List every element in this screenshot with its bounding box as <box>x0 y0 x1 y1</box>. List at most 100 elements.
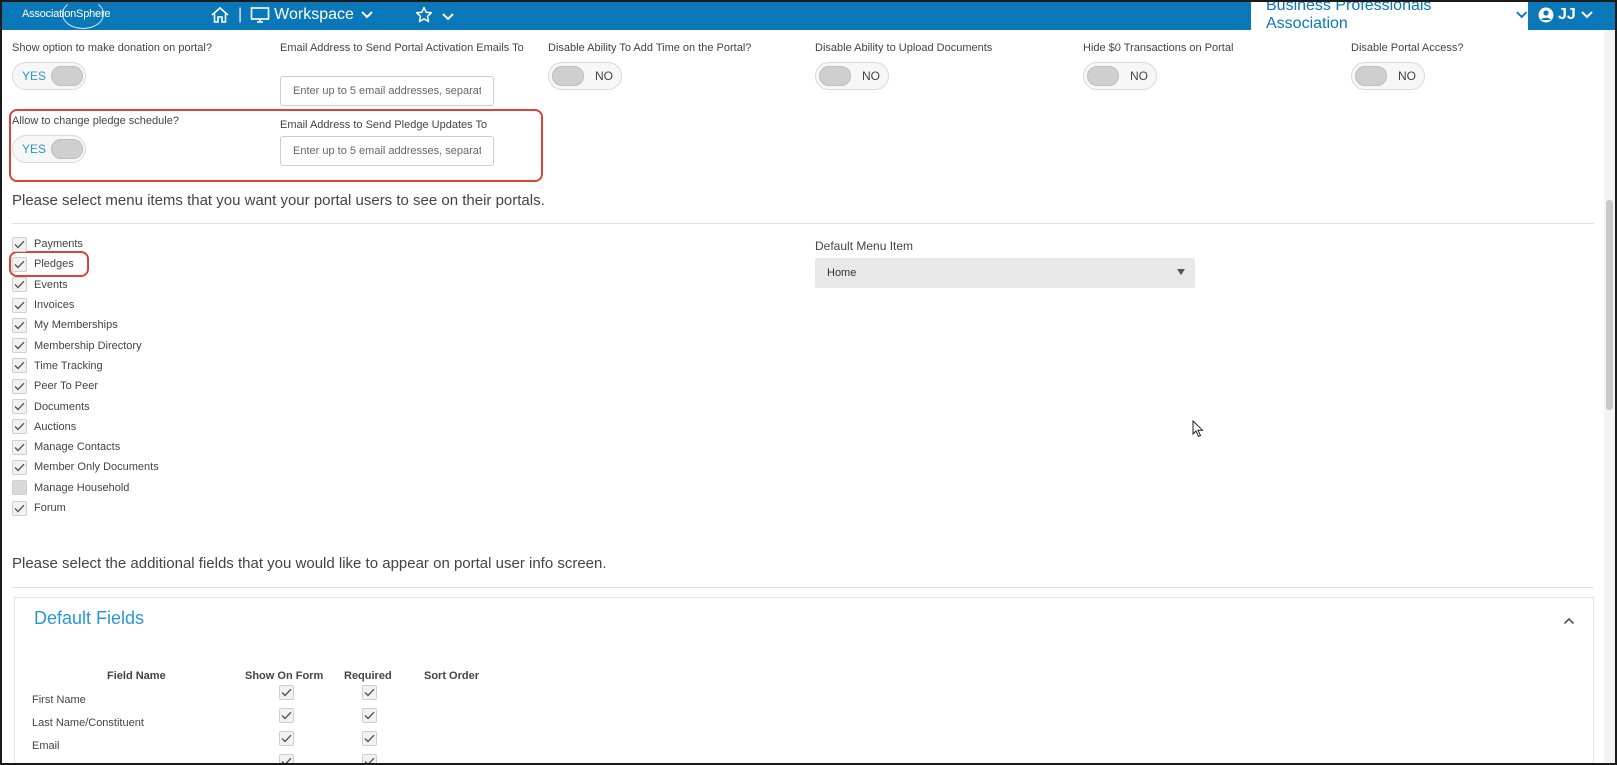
required-checkbox[interactable] <box>362 731 377 746</box>
app-logo[interactable]: AssociationSphere <box>22 0 111 29</box>
menu-item-checkbox[interactable] <box>12 399 27 415</box>
check-icon <box>14 301 25 310</box>
vertical-scrollbar[interactable] <box>1604 30 1615 763</box>
star-icon[interactable] <box>415 6 433 29</box>
menu-item[interactable]: My Memberships <box>12 315 159 335</box>
menu-item[interactable]: Forum <box>12 498 159 518</box>
check-icon <box>14 463 25 472</box>
menu-item[interactable]: Member Only Documents <box>12 457 159 477</box>
sort-order-header: Sort Order <box>424 670 480 682</box>
menu-item-label: Payments <box>34 238 83 251</box>
menu-item-checkbox[interactable] <box>12 317 27 333</box>
activation-email-input[interactable] <box>280 76 494 106</box>
check-icon <box>364 730 375 748</box>
show-on-form-checkbox[interactable] <box>279 708 294 723</box>
menu-item[interactable]: Events <box>12 275 159 295</box>
disable-portal-access-toggle[interactable]: NO <box>1351 62 1425 90</box>
show-on-form-checkbox[interactable] <box>279 685 294 700</box>
toggle-text: YES <box>22 142 47 156</box>
chevron-up-icon[interactable] <box>1563 612 1575 630</box>
check-icon <box>14 280 25 289</box>
menu-item-checkbox[interactable] <box>12 277 27 293</box>
disable-upload-toggle[interactable]: NO <box>815 62 889 90</box>
menu-item-checkbox[interactable] <box>12 297 27 313</box>
menu-item[interactable]: Membership Directory <box>12 335 159 355</box>
menu-item[interactable]: Peer To Peer <box>12 376 159 396</box>
menu-item-checkbox[interactable] <box>12 459 27 475</box>
check-icon <box>14 240 25 249</box>
fields-section-title: Please select the additional fields that… <box>12 555 607 572</box>
toggle-knob <box>51 66 83 86</box>
menu-item-checkbox[interactable] <box>12 338 27 354</box>
activation-email-label: Email Address to Send Portal Activation … <box>280 42 524 54</box>
monitor-icon <box>250 6 270 24</box>
disable-add-time-label: Disable Ability To Add Time on the Porta… <box>548 42 752 54</box>
menu-item[interactable]: Payments <box>12 234 159 254</box>
menu-item-label: Membership Directory <box>34 339 142 352</box>
toggle-knob <box>1355 66 1387 86</box>
menu-item-checkbox[interactable] <box>12 378 27 394</box>
field-name: First Name <box>32 694 86 706</box>
chevron-down-icon[interactable] <box>360 10 374 20</box>
menu-item[interactable]: Manage Contacts <box>12 437 159 457</box>
menu-item[interactable]: Pledges <box>12 254 159 274</box>
menu-item-label: Pledges <box>34 258 74 271</box>
show-on-form-checkbox[interactable] <box>279 754 294 765</box>
chevron-down-icon[interactable] <box>441 9 455 27</box>
menu-item-checkbox[interactable] <box>12 358 27 374</box>
default-fields-title[interactable]: Default Fields <box>34 608 144 629</box>
menu-section-title: Please select menu items that you want y… <box>12 192 545 209</box>
menu-item-label: Forum <box>34 502 66 514</box>
pledge-schedule-toggle[interactable]: YES <box>12 135 86 163</box>
menu-item[interactable]: Invoices <box>12 295 159 315</box>
toggle-knob <box>819 66 851 86</box>
user-circle-icon <box>1538 7 1554 23</box>
check-icon <box>14 382 25 391</box>
required-header: Required <box>344 670 392 682</box>
toggle-text: NO <box>862 69 880 83</box>
menu-item[interactable]: Manage Household <box>12 478 159 498</box>
required-checkbox[interactable] <box>362 754 377 765</box>
disable-add-time-toggle[interactable]: NO <box>548 62 622 90</box>
menu-item-checkbox[interactable] <box>12 439 27 455</box>
menu-item-checkbox[interactable] <box>12 480 27 496</box>
field-name: Last Name/Constituent <box>32 717 144 729</box>
menu-item-checkbox[interactable] <box>12 256 27 272</box>
menu-item-label: Documents <box>34 400 90 413</box>
user-menu[interactable]: JJ <box>1538 0 1594 30</box>
menu-item-label: Time Tracking <box>34 359 103 372</box>
home-icon[interactable] <box>210 6 230 24</box>
donation-option-toggle[interactable]: YES <box>12 62 86 90</box>
section-divider <box>12 587 1594 588</box>
default-menu-select[interactable]: Home <box>815 258 1195 288</box>
check-icon <box>14 341 25 350</box>
required-checkbox[interactable] <box>362 708 377 723</box>
required-checkbox[interactable] <box>362 685 377 700</box>
mouse-pointer-icon <box>1192 419 1204 443</box>
check-icon <box>14 260 25 269</box>
menu-item-label: Invoices <box>34 299 75 312</box>
workspace-menu[interactable]: Workspace <box>274 6 354 24</box>
menu-item-checkbox[interactable] <box>12 236 27 252</box>
disable-upload-label: Disable Ability to Upload Documents <box>815 42 993 54</box>
toggle-knob <box>51 139 83 159</box>
menu-item[interactable]: Time Tracking <box>12 356 159 376</box>
favorites-menu[interactable] <box>415 6 455 29</box>
menu-item[interactable]: Auctions <box>12 417 159 437</box>
menu-item-label: My Memberships <box>34 319 118 332</box>
field-name: Email <box>32 740 60 752</box>
menu-item[interactable]: Documents <box>12 396 159 416</box>
hide-zero-transactions-toggle[interactable]: NO <box>1083 62 1157 90</box>
menu-item-label: Manage Contacts <box>34 441 121 454</box>
toggle-knob <box>552 66 584 86</box>
check-icon <box>281 707 292 725</box>
menu-item-checkbox[interactable] <box>12 500 27 516</box>
default-menu-label: Default Menu Item <box>815 239 914 253</box>
organization-selector[interactable]: Business Professionals Association <box>1251 0 1528 32</box>
scrollbar-thumb[interactable] <box>1606 200 1613 410</box>
pledge-email-input[interactable] <box>280 136 494 166</box>
menu-item-checkbox[interactable] <box>12 419 27 435</box>
menu-item-label: Member Only Documents <box>34 461 159 474</box>
donation-option-label: Show option to make donation on portal? <box>12 42 212 54</box>
show-on-form-checkbox[interactable] <box>279 731 294 746</box>
